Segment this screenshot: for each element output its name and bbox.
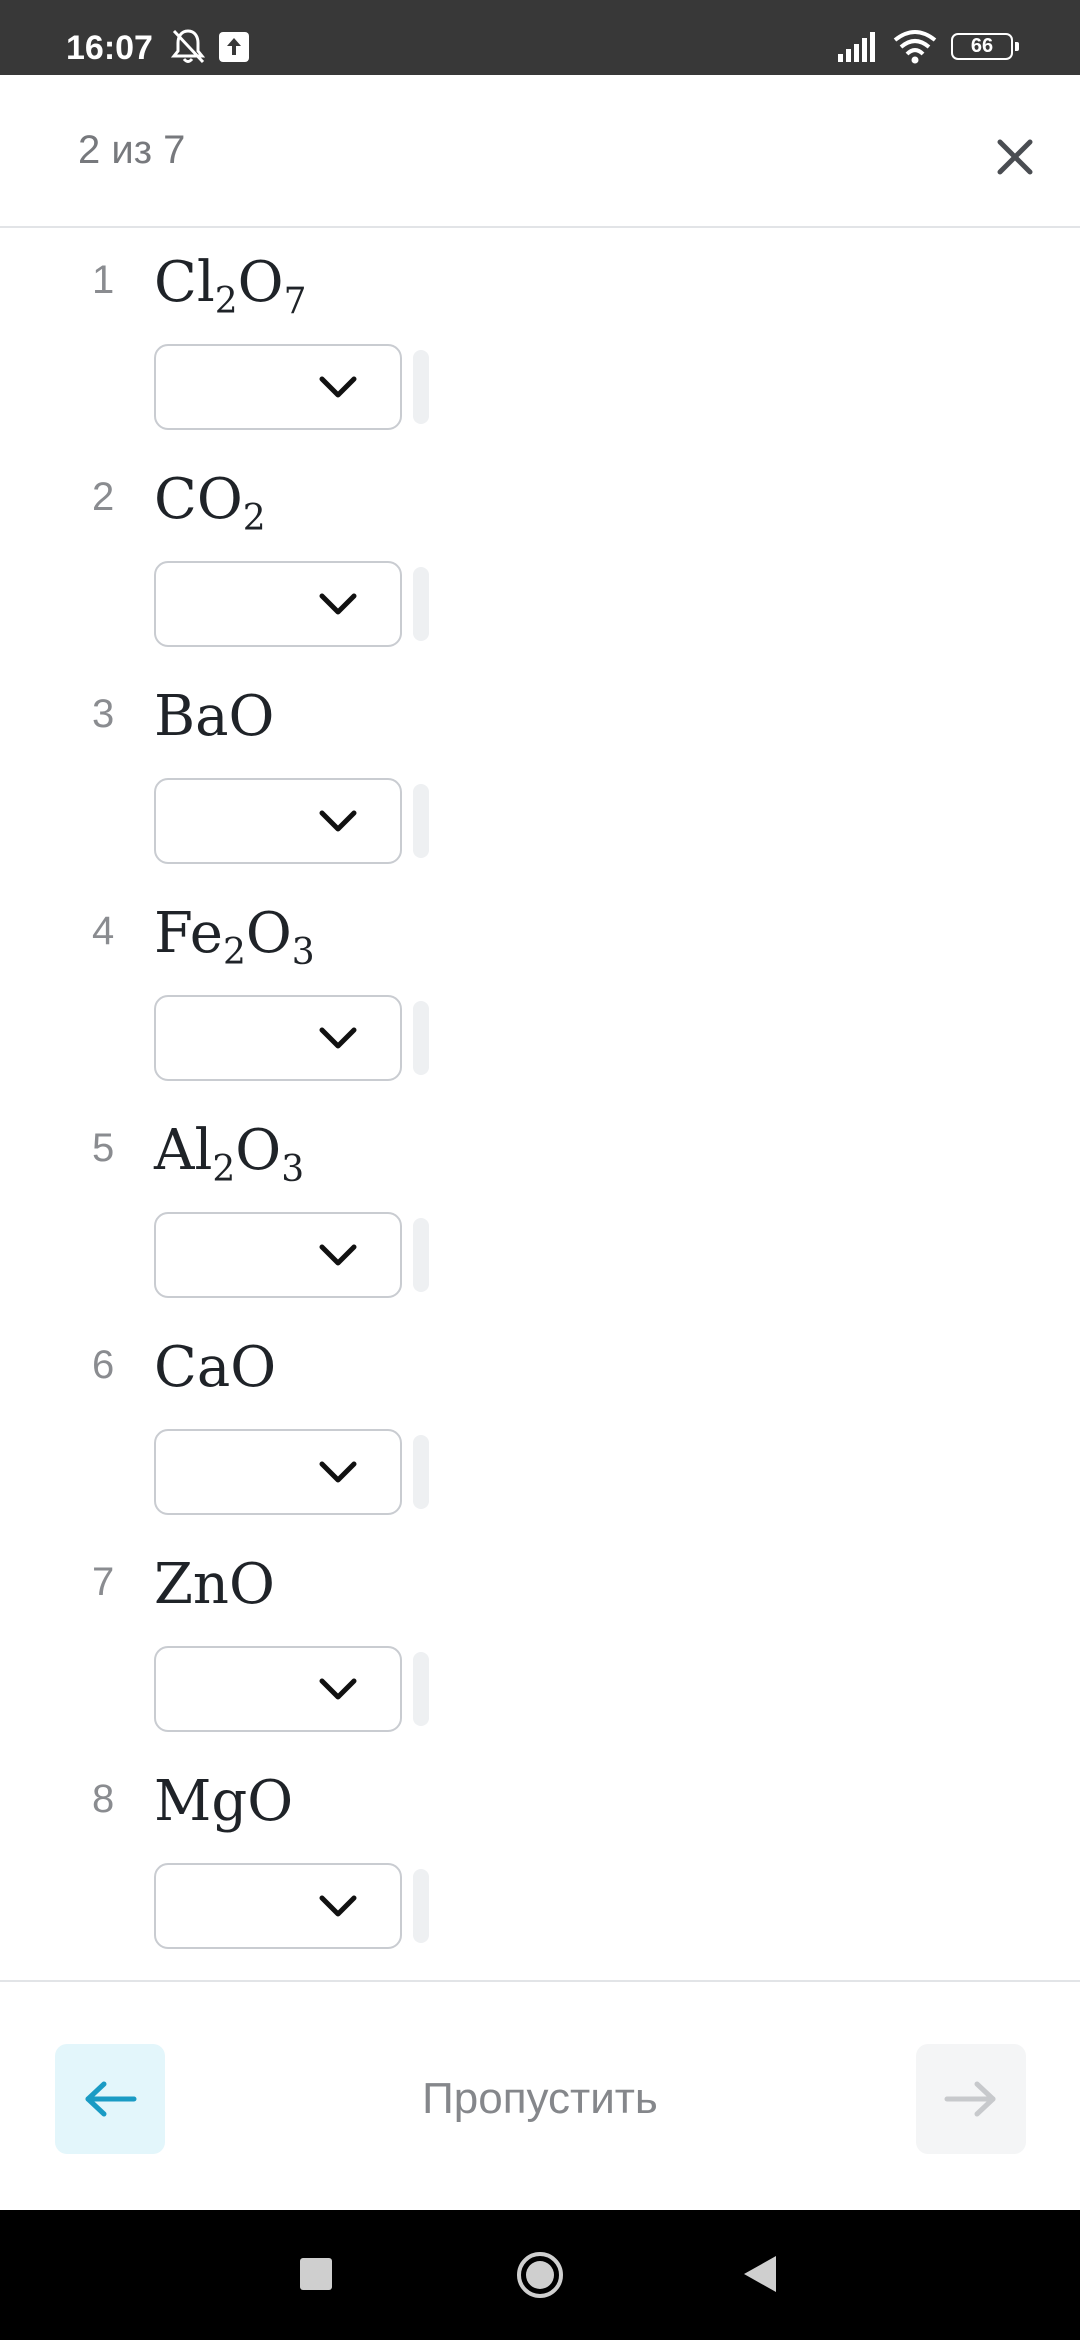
- question-number: 3: [92, 692, 115, 736]
- question-item: 5 Al2O3: [0, 1096, 1080, 1313]
- drag-handle: [413, 567, 429, 641]
- chemical-formula: CO2: [154, 467, 266, 537]
- question-number: 7: [92, 1560, 115, 1604]
- question-progress: 2 из 7: [78, 128, 186, 172]
- formula-text: O: [237, 250, 284, 315]
- chemical-formula: MgO: [154, 1769, 293, 1834]
- question-number: 4: [92, 909, 115, 953]
- chemical-formula: Al2O3: [154, 1118, 304, 1188]
- back-nav-icon[interactable]: [740, 2252, 780, 2296]
- system-nav-bar: [0, 2210, 1080, 2340]
- formula-subscript: 2: [212, 1149, 236, 1190]
- formula-subscript: 2: [222, 932, 246, 973]
- chemical-formula: Fe2O3: [154, 901, 315, 971]
- chevron-down-icon: [319, 593, 357, 615]
- status-bar: 16:07 66: [0, 0, 1080, 75]
- question-number: 5: [92, 1126, 115, 1170]
- formula-text: O: [235, 1118, 282, 1183]
- question-number: 1: [92, 258, 115, 302]
- answer-dropdown[interactable]: [154, 344, 402, 430]
- question-number: 6: [92, 1343, 115, 1387]
- chemical-formula: BaO: [154, 684, 274, 749]
- home-icon[interactable]: [515, 2250, 565, 2300]
- signal-icon: [838, 32, 875, 62]
- upload-icon: [219, 32, 249, 62]
- formula-subscript: 7: [283, 281, 307, 322]
- quiz-footer: Пропустить: [0, 1980, 1080, 2210]
- wifi-icon: [893, 30, 937, 64]
- formula-subscript: 2: [214, 281, 238, 322]
- status-time: 16:07: [66, 29, 153, 67]
- arrow-left-icon: [85, 2081, 137, 2117]
- drag-handle: [413, 1435, 429, 1509]
- chemical-formula: ZnO: [154, 1552, 275, 1617]
- chevron-down-icon: [319, 376, 357, 398]
- answer-dropdown[interactable]: [154, 561, 402, 647]
- drag-handle: [413, 1869, 429, 1943]
- formula-text: MgO: [154, 1769, 294, 1834]
- chemical-formula: Cl2O7: [154, 250, 307, 320]
- chevron-down-icon: [319, 1461, 357, 1483]
- formula-subscript: 3: [291, 932, 315, 973]
- formula-text: CaO: [154, 1335, 277, 1400]
- formula-text: BaO: [154, 684, 275, 749]
- recent-apps-icon[interactable]: [300, 2258, 332, 2290]
- answer-dropdown[interactable]: [154, 778, 402, 864]
- chevron-down-icon: [319, 810, 357, 832]
- formula-text: Al: [154, 1118, 213, 1183]
- formula-subscript: 3: [281, 1149, 305, 1190]
- chevron-down-icon: [319, 1678, 357, 1700]
- answer-dropdown[interactable]: [154, 1212, 402, 1298]
- drag-handle: [413, 1001, 429, 1075]
- drag-handle: [413, 1652, 429, 1726]
- skip-button[interactable]: Пропустить: [370, 2044, 710, 2154]
- drag-handle: [413, 350, 429, 424]
- formula-text: Fe: [154, 901, 223, 966]
- arrow-right-icon: [944, 2081, 996, 2117]
- quiz-header: 2 из 7: [0, 75, 1080, 228]
- chemical-formula: CaO: [154, 1335, 276, 1400]
- question-item: 7 ZnO: [0, 1530, 1080, 1747]
- question-number: 8: [92, 1777, 115, 1821]
- question-item: 1 Cl2O7: [0, 228, 1080, 445]
- close-icon[interactable]: [988, 130, 1042, 184]
- question-item: 4 Fe2O3: [0, 879, 1080, 1096]
- formula-text: CO: [154, 467, 243, 532]
- bell-off-icon: [170, 29, 206, 64]
- question-number: 2: [92, 475, 115, 519]
- formula-subscript: 2: [242, 498, 266, 539]
- question-item: 3 BaO: [0, 662, 1080, 879]
- question-item: 8 MgO: [0, 1747, 1080, 1964]
- next-button[interactable]: [916, 2044, 1026, 2154]
- back-button[interactable]: [55, 2044, 165, 2154]
- chevron-down-icon: [319, 1027, 357, 1049]
- formula-text: Cl: [154, 250, 215, 315]
- drag-handle: [413, 1218, 429, 1292]
- answer-dropdown[interactable]: [154, 995, 402, 1081]
- drag-handle: [413, 784, 429, 858]
- answer-dropdown[interactable]: [154, 1429, 402, 1515]
- formula-text: O: [245, 901, 292, 966]
- chevron-down-icon: [319, 1244, 357, 1266]
- chevron-down-icon: [319, 1895, 357, 1917]
- question-item: 2 CO2: [0, 445, 1080, 662]
- question-item: 6 CaO: [0, 1313, 1080, 1530]
- battery-icon: 66: [951, 33, 1019, 60]
- answer-dropdown[interactable]: [154, 1863, 402, 1949]
- battery-level: 66: [970, 35, 994, 57]
- formula-text: ZnO: [154, 1552, 275, 1617]
- answer-dropdown[interactable]: [154, 1646, 402, 1732]
